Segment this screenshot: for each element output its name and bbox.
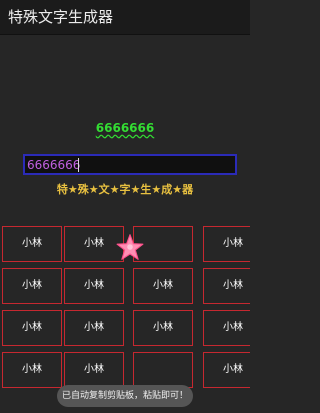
grid-cell[interactable]: 小林 — [203, 226, 250, 262]
text-caret — [78, 158, 79, 172]
grid-cell[interactable]: 小林 — [2, 352, 62, 388]
grid-cell[interactable] — [133, 352, 193, 388]
pink-star-icon — [116, 234, 144, 260]
copy-toast: 已自动复制剪贴板，粘贴即可！ — [57, 385, 193, 407]
text-input-box[interactable] — [23, 154, 237, 175]
app-title: 特殊文字生成器 — [8, 8, 114, 26]
grid-cell[interactable]: 小林 — [133, 310, 193, 346]
grid-cell[interactable]: 小林 — [2, 226, 62, 262]
grid-cell[interactable]: 小林 — [64, 226, 124, 262]
grid-cell[interactable]: 小林 — [203, 352, 250, 388]
preview-text: 6666666 — [95, 121, 155, 135]
grid-cell[interactable]: 小林 — [64, 352, 124, 388]
app-title-bar: 特殊文字生成器 — [0, 0, 250, 35]
grid-cell[interactable]: 小林 — [2, 268, 62, 304]
styled-text-line[interactable]: 特★殊★文★字★生★成★器 — [0, 181, 250, 197]
text-input[interactable] — [25, 156, 235, 173]
grid-cell[interactable]: 小林 — [203, 268, 250, 304]
grid-cell[interactable]: 小林 — [203, 310, 250, 346]
grid-cell[interactable]: 小林 — [2, 310, 62, 346]
grid-cell[interactable]: 小林 — [64, 310, 124, 346]
grid-cell[interactable]: 小林 — [133, 268, 193, 304]
grid-cell[interactable]: 小林 — [64, 268, 124, 304]
